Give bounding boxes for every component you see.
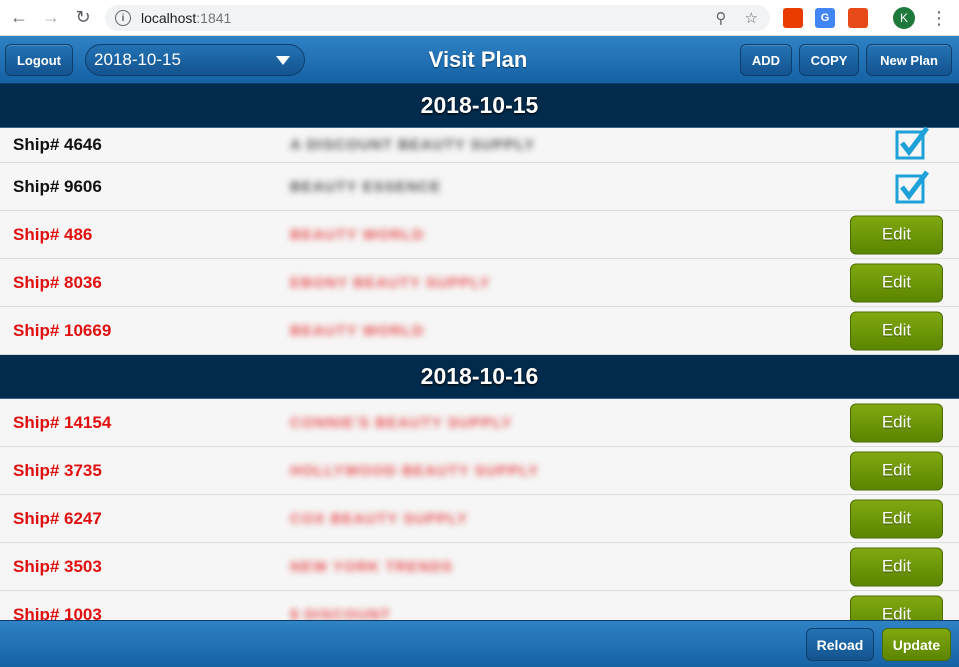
url-text: localhost:1841 [141,10,231,26]
dropdown-arrow-icon [276,56,290,65]
list-item[interactable]: Ship# 6247 COX BEAUTY SUPPLY Edit [0,495,959,543]
store-name: HOLLYWOOD BEAUTY SUPPLY [290,462,540,479]
visit-list[interactable]: 2018-10-15 Ship# 4646 A DISCOUNT BEAUTY … [0,84,959,620]
app-header: Logout 2018-10-15 Visit Plan ADD COPY Ne… [0,36,959,84]
store-name: NEW YORK TRENDS [290,558,454,575]
list-item[interactable]: Ship# 1003 $ DISCOUNT Edit [0,591,959,620]
date-select[interactable]: 2018-10-15 [85,44,305,76]
store-name: $ DISCOUNT [290,606,391,620]
list-item[interactable]: Ship# 14154 CONNIE'S BEAUTY SUPPLY Edit [0,399,959,447]
ship-number: Ship# 486 [13,224,93,244]
list-item[interactable]: Ship# 3735 HOLLYWOOD BEAUTY SUPPLY Edit [0,447,959,495]
edit-button[interactable]: Edit [850,263,943,302]
ship-number: Ship# 3735 [13,460,102,480]
ship-number: Ship# 3503 [13,556,102,576]
reload-button[interactable]: Reload [806,628,874,661]
list-item[interactable]: Ship# 8036 EBONY BEAUTY SUPPLY Edit [0,259,959,307]
reload-icon[interactable]: ↻ [70,5,96,31]
edit-button[interactable]: Edit [850,403,943,442]
day-header: 2018-10-16 [0,355,959,399]
ship-number: Ship# 14154 [13,412,112,432]
ship-number: Ship# 6247 [13,508,102,528]
new-plan-button[interactable]: New Plan [866,44,952,76]
list-item[interactable]: Ship# 10669 BEAUTY WORLD Edit [0,307,959,355]
extension-icon[interactable] [848,8,868,28]
list-item[interactable]: Ship# 486 BEAUTY WORLD Edit [0,211,959,259]
store-name: EBONY BEAUTY SUPPLY [290,274,491,291]
logout-button[interactable]: Logout [5,44,73,76]
ship-number: Ship# 8036 [13,272,102,292]
app-footer: Reload Update [0,620,959,667]
page-title: Visit Plan [428,47,528,72]
edit-button[interactable]: Edit [850,311,943,350]
ship-number: Ship# 9606 [13,176,102,196]
edit-button[interactable]: Edit [850,595,943,620]
address-bar[interactable]: i localhost:1841 ⚲ ☆ [105,5,770,31]
store-name: COX BEAUTY SUPPLY [290,510,468,527]
translate-extension-icon[interactable]: G [815,8,835,28]
store-name: BEAUTY ESSENCE [290,178,442,195]
forward-arrow-icon[interactable]: → [38,5,64,31]
copy-button[interactable]: COPY [799,44,859,76]
checked-checkbox-icon[interactable] [895,170,929,204]
store-name: A DISCOUNT BEAUTY SUPPLY [290,136,536,154]
office-extension-icon[interactable] [783,8,803,28]
ship-number: Ship# 1003 [13,604,102,621]
list-item[interactable]: Ship# 4646 A DISCOUNT BEAUTY SUPPLY [0,126,959,163]
date-select-value: 2018-10-15 [94,50,181,69]
star-icon[interactable]: ☆ [745,9,758,27]
day-header: 2018-10-15 [0,84,959,128]
profile-avatar[interactable]: K [893,7,915,29]
key-icon[interactable]: ⚲ [716,9,727,27]
edit-button[interactable]: Edit [850,499,943,538]
checked-checkbox-icon[interactable] [895,126,929,160]
list-item[interactable]: Ship# 3503 NEW YORK TRENDS Edit [0,543,959,591]
store-name: BEAUTY WORLD [290,322,425,339]
edit-button[interactable]: Edit [850,215,943,254]
update-button[interactable]: Update [882,628,951,661]
menu-dots-icon[interactable]: ⋮ [930,7,948,29]
back-arrow-icon[interactable]: ← [6,5,32,31]
url-port: :1841 [196,10,232,26]
edit-button[interactable]: Edit [850,451,943,490]
edit-button[interactable]: Edit [850,547,943,586]
ship-number: Ship# 10669 [13,320,112,340]
add-button[interactable]: ADD [740,44,792,76]
info-icon[interactable]: i [115,10,131,26]
ship-number: Ship# 4646 [13,135,102,154]
browser-toolbar: ← → ↻ i localhost:1841 ⚲ ☆ G K ⋮ [0,0,959,36]
store-name: BEAUTY WORLD [290,226,425,243]
store-name: CONNIE'S BEAUTY SUPPLY [290,414,513,431]
list-item[interactable]: Ship# 9606 BEAUTY ESSENCE [0,163,959,211]
url-host: localhost [141,10,197,26]
